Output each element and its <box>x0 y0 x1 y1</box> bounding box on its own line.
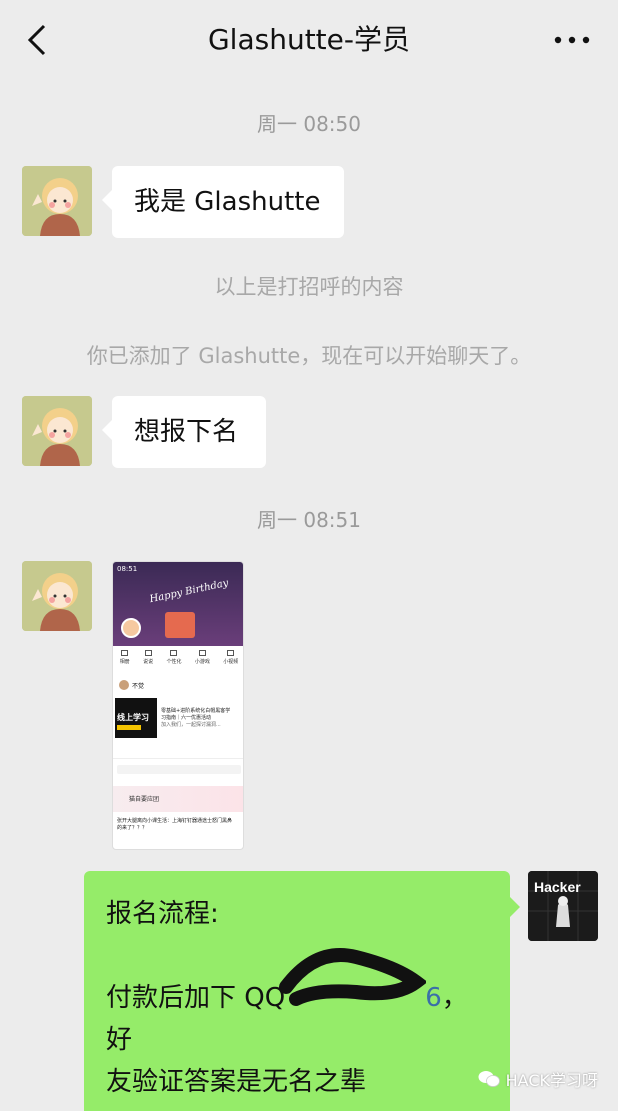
post-avatar <box>119 680 129 690</box>
profile-avatar <box>121 618 141 638</box>
contact-avatar[interactable] <box>22 561 92 631</box>
message-bubble[interactable]: 想报下名 <box>102 396 266 468</box>
timestamp: 周一 08:50 <box>257 112 361 136</box>
promo-badge: 线上学习 <box>117 713 149 722</box>
image-message[interactable]: 08:51 Happy Birthday 相册 说说 个性化 小游戏 小视频 不… <box>112 561 244 850</box>
icon-row: 相册 说说 个性化 小游戏 小视频 <box>113 648 243 672</box>
contact-avatar[interactable] <box>22 166 92 236</box>
more-options-icon[interactable] <box>552 22 592 58</box>
banner-text: Happy Birthday <box>148 577 230 606</box>
visible-digit: 6 <box>425 983 442 1013</box>
icon-item: 小视频 <box>223 648 238 672</box>
reply-line-1: 报名流程: <box>106 899 219 929</box>
icon-item: 小游戏 <box>195 648 210 672</box>
message-bubble[interactable]: 我是 Glashutte <box>102 166 344 238</box>
system-note: 以上是打招呼的内容 <box>214 275 404 299</box>
outgoing-message-bubble[interactable]: 报名流程: 付款后加下 QQ 6，好 友验证答案是无名之辈 <box>84 871 520 1111</box>
promo-bar <box>117 725 141 730</box>
timestamp: 周一 08:51 <box>257 508 361 532</box>
cartoon-avatar-icon <box>22 166 92 236</box>
cake-image <box>165 612 195 638</box>
comment-text: 张开大腿离向小课生活：上海钉钉器通途士怒门黑鼻 的来了？？？ <box>117 818 233 831</box>
chat-title: Glashutte-学员 <box>207 23 410 56</box>
comment-title: 猫自要应团 <box>129 796 160 803</box>
status-time: 08:51 <box>117 565 138 573</box>
promo-thumbnail: 线上学习 <box>115 698 157 738</box>
message-text: 我是 Glashutte <box>134 187 321 217</box>
icon-item: 个性化 <box>166 648 181 672</box>
contact-avatar[interactable] <box>22 396 92 466</box>
my-avatar[interactable]: Hacker <box>528 871 598 941</box>
redaction-scribble <box>279 948 426 1006</box>
avatar-label: Hacker <box>534 879 581 895</box>
watermark: HACK学习呀 <box>478 1067 598 1091</box>
cartoon-avatar-icon <box>22 396 92 466</box>
comment-banner: 猫自要应团 <box>113 786 243 812</box>
system-note: 你已添加了 Glashutte，现在可以开始聊天了。 <box>86 344 532 368</box>
icon-item: 说说 <box>143 648 153 672</box>
watermark-text: HACK学习呀 <box>505 1071 598 1090</box>
wechat-icon <box>478 1071 500 1087</box>
divider <box>113 758 243 759</box>
message-text: 想报下名 <box>134 417 239 447</box>
icon-item: 相册 <box>120 648 130 672</box>
post-user: 不觉 <box>132 683 145 690</box>
cartoon-avatar-icon <box>22 561 92 631</box>
reply-line-2: 付款后加下 QQ 6，好 <box>106 948 488 1061</box>
reply-line-3: 友验证答案是无名之辈 <box>106 1067 367 1097</box>
promo-text: 零基础+进阶系统化白帽黑客学 习指南｜六一优惠活动 加入我们，一起探讨漏洞... <box>161 708 231 728</box>
banner: 08:51 Happy Birthday <box>113 562 243 646</box>
reply-line-2-text: 付款后加下 QQ <box>106 983 286 1013</box>
comment-input <box>117 765 241 774</box>
chat-header: Glashutte-学员 <box>0 0 618 84</box>
